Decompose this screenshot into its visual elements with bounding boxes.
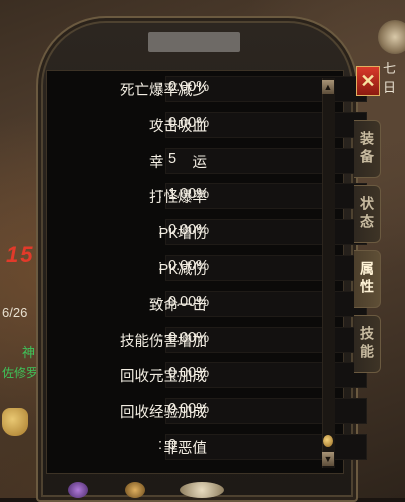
stat-separator: : — [158, 114, 163, 131]
close-button[interactable]: ✕ — [356, 66, 380, 96]
stat-row: 打怪爆率:1.00% — [46, 183, 367, 210]
skill-slot-icon[interactable] — [125, 482, 145, 498]
stat-value: 0.00% — [168, 114, 210, 131]
stat-row: 回收元宝加成:0.00% — [46, 362, 367, 389]
stat-value: 0.00% — [168, 293, 210, 310]
stat-separator: : — [158, 258, 163, 274]
stat-row: 致命一击:0.00% — [46, 290, 367, 317]
stat-value: 0.00% — [168, 258, 210, 274]
hud-fraction: 6/26 — [2, 305, 28, 320]
avatar[interactable] — [378, 20, 405, 54]
top-right-label: 七日 — [383, 61, 397, 95]
stat-row: 罪恶值:0 — [46, 434, 367, 460]
stat-row: 死亡爆率减少:0.00% — [46, 76, 367, 102]
stat-value: 0.00% — [168, 222, 210, 239]
stat-row: 幸 运:5 — [46, 147, 367, 174]
stat-separator: : — [158, 401, 163, 418]
hud-green-text: 神 — [22, 345, 36, 360]
stat-value: 0.00% — [168, 401, 210, 418]
stat-row: PK减伤:0.00% — [46, 255, 367, 281]
stat-separator: : — [158, 437, 163, 453]
scrollbar-track[interactable] — [322, 78, 335, 468]
stat-separator: : — [158, 222, 163, 239]
item-slot-icon[interactable] — [180, 482, 224, 498]
stat-separator: : — [158, 79, 163, 95]
scroll-down-icon[interactable]: ▼ — [322, 452, 334, 466]
scroll-up-icon[interactable]: ▲ — [322, 80, 334, 94]
tab-skills[interactable]: 技能 — [354, 315, 381, 373]
stat-row: 攻击吸血:0.00% — [46, 111, 367, 138]
tab-equipment[interactable]: 装备 — [354, 120, 381, 178]
hud-level-number: 15 — [6, 242, 35, 267]
stat-value: 0.00% — [168, 365, 210, 382]
stat-row: PK增伤:0.00% — [46, 219, 367, 246]
stat-separator: : — [158, 329, 163, 346]
panel-title-plate — [148, 32, 240, 52]
stat-value: 0 — [168, 437, 177, 453]
stat-value: 5 — [168, 150, 177, 167]
stat-value: 0.00% — [168, 329, 210, 346]
tab-attributes[interactable]: 属性 — [354, 250, 381, 308]
tab-status[interactable]: 状态 — [354, 185, 381, 243]
stat-row: 回收经验加成:0.00% — [46, 398, 367, 425]
stat-separator: : — [158, 293, 163, 310]
stat-row: 技能伤害增加:0.00% — [46, 326, 367, 353]
stat-separator: : — [158, 186, 163, 203]
stat-value: 1.00% — [168, 186, 210, 203]
stat-separator: : — [158, 150, 163, 167]
scrollbar-thumb[interactable] — [323, 435, 333, 447]
stat-separator: : — [158, 365, 163, 382]
skill-slot-icon[interactable] — [68, 482, 88, 498]
money-bag-icon[interactable] — [2, 408, 28, 436]
stat-value: 0.00% — [168, 79, 210, 95]
hud-player-name: 佐修罗 — [2, 366, 39, 380]
